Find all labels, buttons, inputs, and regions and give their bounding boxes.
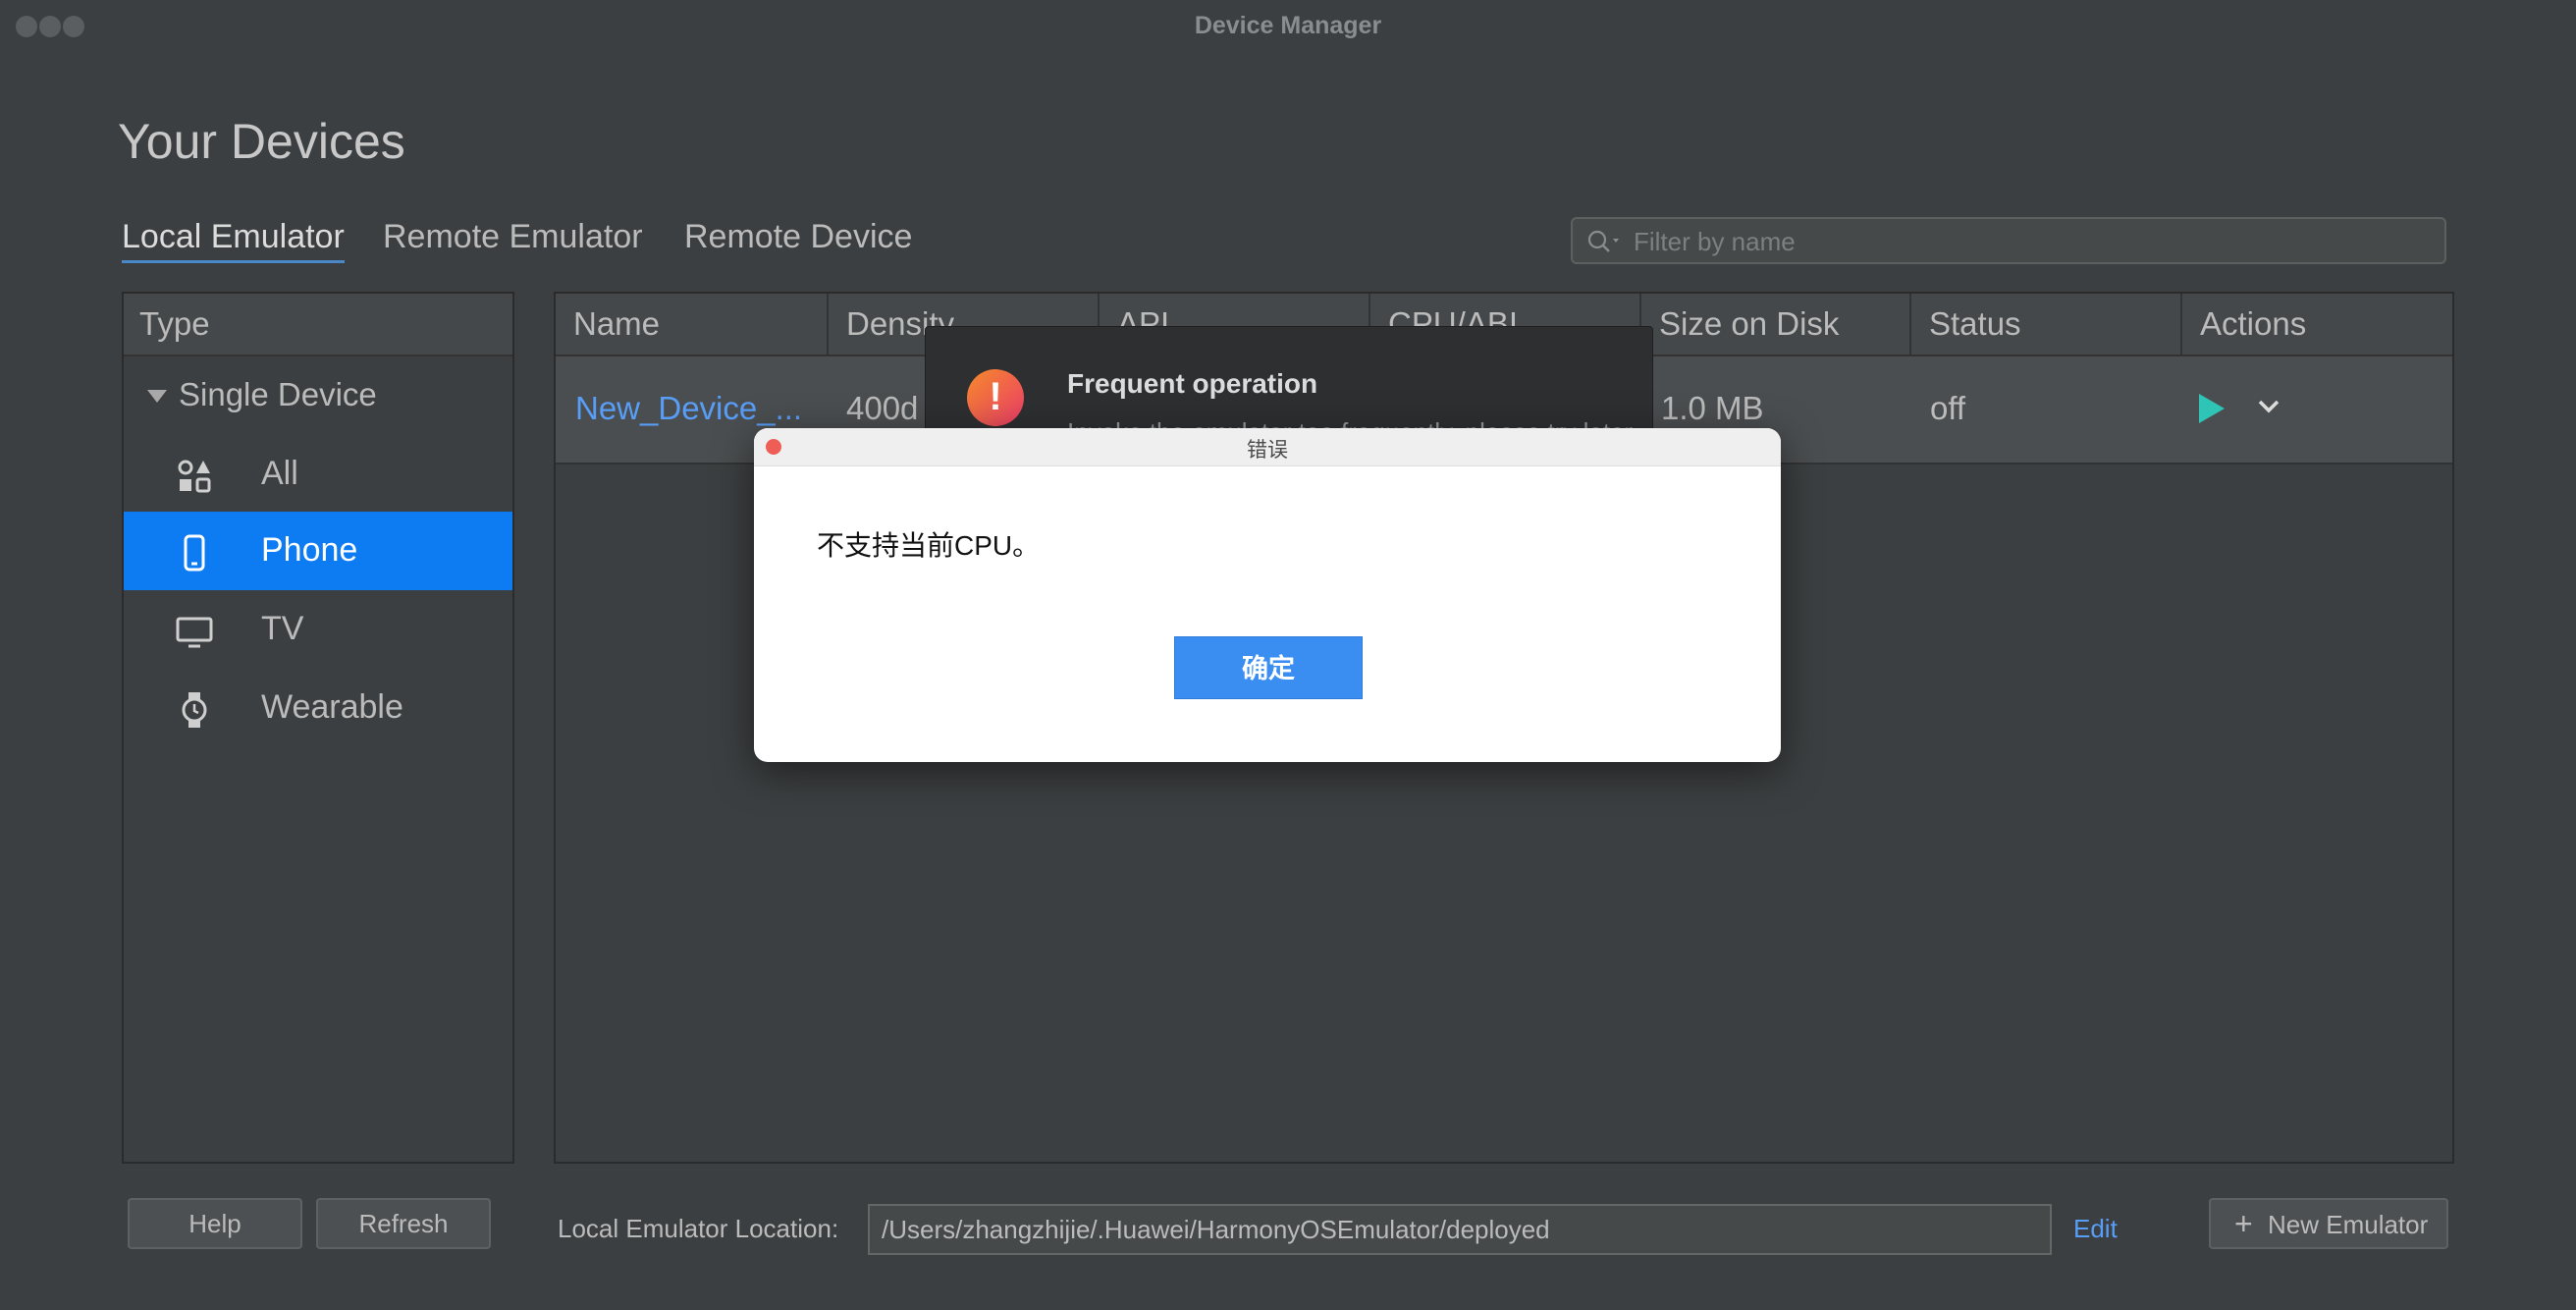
location-input[interactable] — [868, 1204, 2052, 1255]
play-icon[interactable] — [2199, 394, 2225, 423]
type-header: Type — [124, 294, 512, 356]
type-item-label: Phone — [261, 531, 358, 569]
tab-remote-device[interactable]: Remote Device — [684, 218, 912, 256]
chevron-down-icon[interactable] — [2254, 392, 2283, 421]
dialog-message: 不支持当前CPU。 — [817, 530, 1041, 561]
search-box — [1571, 217, 2446, 264]
type-item-tv[interactable]: TV — [124, 590, 512, 669]
device-name-link[interactable]: New_Device_... — [575, 390, 802, 427]
type-header-label: Type — [139, 305, 210, 342]
tv-icon — [176, 617, 213, 648]
new-emulator-label: New Emulator — [2268, 1210, 2429, 1239]
search-icon — [1587, 230, 1619, 252]
grid-shapes-icon — [178, 460, 211, 493]
notification-title: Frequent operation — [1067, 368, 1318, 399]
dialog-title-bar: 错误 — [754, 428, 1781, 466]
device-manager-window: Device Manager Your Devices Local Emulat… — [0, 0, 2576, 1310]
location-label: Local Emulator Location: — [558, 1214, 839, 1243]
error-dialog: 错误 不支持当前CPU。 确定 — [754, 428, 1781, 762]
device-density: 400d — [846, 390, 919, 426]
column-header-name[interactable]: Name — [556, 294, 829, 355]
device-size: 1.0 MB — [1661, 390, 1764, 426]
warning-icon: ! — [967, 369, 1024, 426]
phone-icon — [184, 534, 205, 572]
type-item-all[interactable]: All — [124, 435, 512, 514]
column-header-size[interactable]: Size on Disk — [1641, 294, 1911, 355]
device-status: off — [1930, 390, 1966, 426]
type-item-phone[interactable]: Phone — [124, 512, 512, 590]
expand-triangle-icon — [147, 390, 167, 403]
page-title: Your Devices — [118, 114, 405, 169]
column-header-status[interactable]: Status — [1911, 294, 2182, 355]
edit-link[interactable]: Edit — [2073, 1214, 2118, 1244]
tab-local-emulator[interactable]: Local Emulator — [122, 218, 345, 263]
plus-icon: + — [2234, 1206, 2253, 1241]
search-input[interactable] — [1632, 219, 2421, 264]
type-panel: Type Single Device All Phone TV Wearable — [122, 292, 514, 1164]
dialog-title: 错误 — [1247, 439, 1288, 462]
watch-icon — [182, 692, 207, 728]
title-bar: Device Manager — [0, 0, 2576, 53]
tab-remote-emulator[interactable]: Remote Emulator — [383, 218, 643, 256]
new-emulator-button[interactable]: + New Emulator — [2209, 1198, 2448, 1249]
type-item-wearable[interactable]: Wearable — [124, 669, 512, 747]
window-title: Device Manager — [1194, 12, 1382, 39]
group-single-device[interactable]: Single Device — [124, 374, 512, 423]
refresh-button[interactable]: Refresh — [316, 1198, 491, 1249]
group-label: Single Device — [179, 376, 377, 412]
dialog-ok-button[interactable]: 确定 — [1174, 636, 1363, 699]
type-item-label: TV — [261, 610, 304, 647]
column-header-actions: Actions — [2200, 305, 2307, 342]
help-button[interactable]: Help — [128, 1198, 302, 1249]
type-item-label: All — [261, 455, 298, 492]
type-item-label: Wearable — [261, 688, 403, 726]
